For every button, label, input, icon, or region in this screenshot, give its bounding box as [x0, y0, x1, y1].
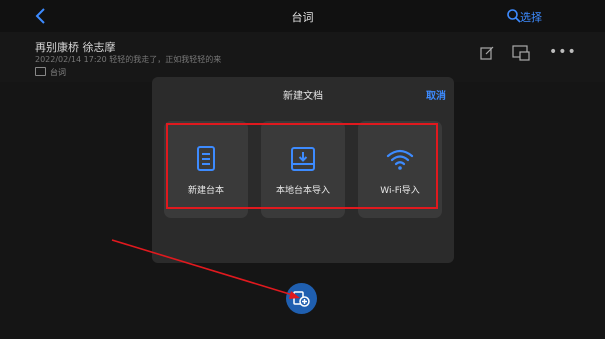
folder-icon	[35, 67, 46, 76]
dialog-title: 新建文档	[283, 91, 323, 102]
select-button[interactable]: 选择	[520, 9, 542, 25]
edit-icon[interactable]	[480, 46, 494, 60]
document-meta: 2022/02/14 17:20 轻轻的我走了，正如我轻轻的来	[35, 55, 222, 64]
annotation-highlight-box	[166, 123, 438, 209]
top-bar: 台词 选择	[0, 0, 605, 32]
folder-label: 台词	[50, 68, 66, 77]
document-title: 再别康桥 徐志摩	[35, 41, 116, 54]
new-document-fab[interactable]	[286, 283, 317, 314]
present-icon[interactable]	[512, 45, 530, 61]
document-folder: 台词	[35, 67, 66, 78]
new-document-dialog: 新建文档 取消 新建台本 本地台本导入 Wi-Fi导入	[152, 77, 454, 263]
add-document-icon	[293, 291, 310, 307]
list-item[interactable]: 再别康桥 徐志摩 2022/02/14 17:20 轻轻的我走了，正如我轻轻的来…	[0, 32, 605, 82]
cancel-button[interactable]: 取消	[426, 87, 446, 102]
more-icon[interactable]: •••	[549, 44, 577, 60]
